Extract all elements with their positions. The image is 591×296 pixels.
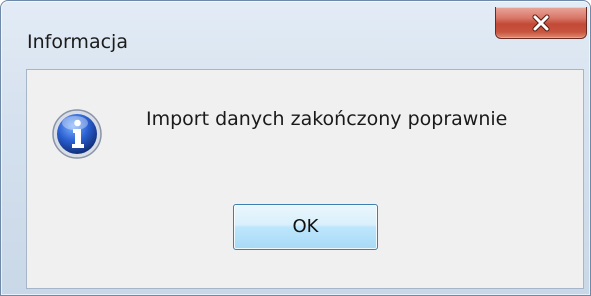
dialog-message: Import danych zakończony poprawnie [146,108,508,130]
close-icon [532,14,550,32]
title-bar[interactable]: Informacja [1,1,590,67]
close-button[interactable] [495,7,587,39]
window-title: Informacja [27,31,128,53]
ok-button[interactable]: OK [233,204,378,250]
dialog-content [26,69,584,289]
information-icon [52,109,102,159]
